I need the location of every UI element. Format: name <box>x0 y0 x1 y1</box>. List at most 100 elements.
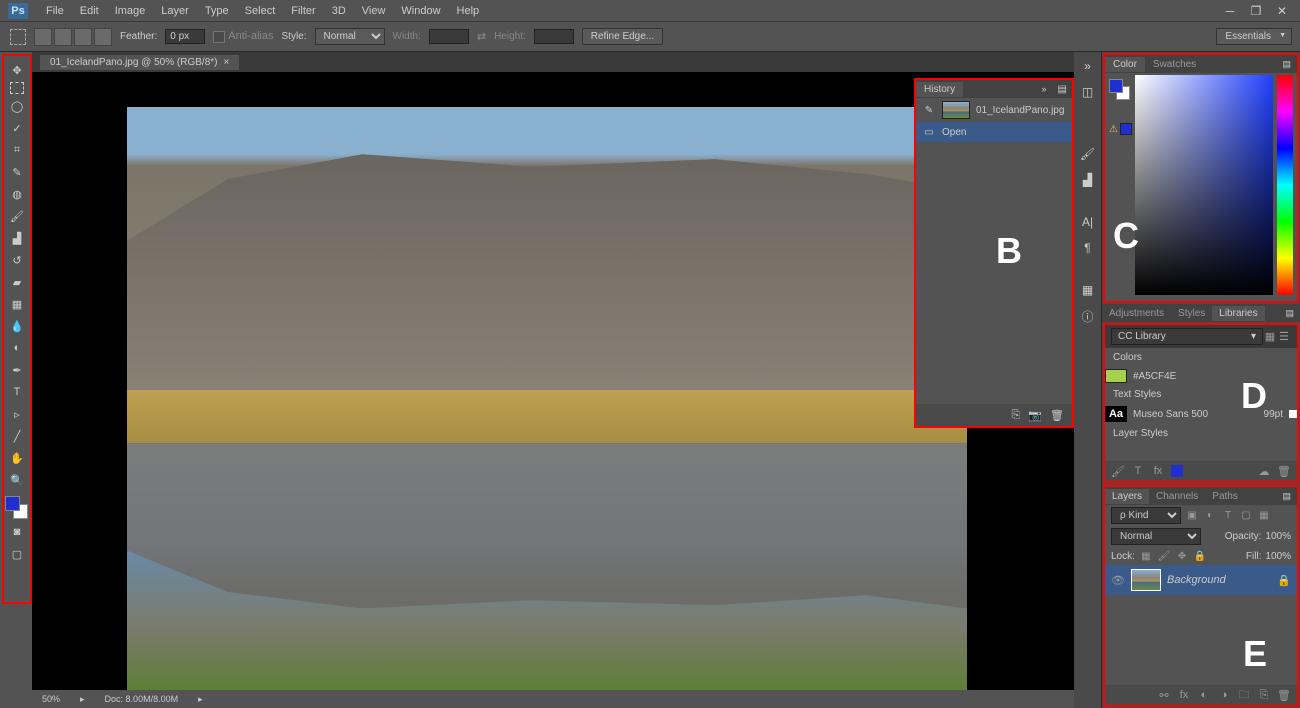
quickmask-icon[interactable]: ◙ <box>6 522 28 542</box>
marquee-tool-icon[interactable] <box>10 29 26 45</box>
lock-paint-icon[interactable]: 🖌 <box>1157 549 1171 563</box>
panel-menu-icon[interactable]: ▤ <box>1276 491 1297 502</box>
dock-history-icon[interactable]: ◫ <box>1078 82 1098 102</box>
filter-smart-icon[interactable]: ▦ <box>1257 509 1271 523</box>
clone-stamp-tool-icon[interactable]: ▟ <box>6 228 28 248</box>
color-tab[interactable]: Color <box>1105 57 1145 72</box>
lib-type-icon[interactable]: T <box>1131 464 1145 478</box>
selection-intersect-icon[interactable] <box>94 28 112 46</box>
layer-visibility-icon[interactable]: 👁 <box>1111 573 1125 587</box>
styles-tab[interactable]: Styles <box>1171 306 1212 321</box>
refine-edge-button[interactable]: Refine Edge... <box>582 28 663 45</box>
panel-menu-icon[interactable]: ▤ <box>1053 84 1072 95</box>
menu-3d[interactable]: 3D <box>324 5 354 17</box>
pen-tool-icon[interactable]: ✒ <box>6 360 28 380</box>
menu-type[interactable]: Type <box>197 5 237 17</box>
lib-color-item[interactable]: #A5CF4E <box>1105 367 1297 385</box>
hand-tool-icon[interactable]: ✋ <box>6 448 28 468</box>
menu-layer[interactable]: Layer <box>153 5 197 17</box>
dodge-tool-icon[interactable]: ◐ <box>6 338 28 358</box>
lib-text-item[interactable]: Aa Museo Sans 500 99pt <box>1105 404 1297 424</box>
dock-brush-icon[interactable]: 🖌 <box>1078 144 1098 164</box>
menu-image[interactable]: Image <box>107 5 154 17</box>
menu-window[interactable]: Window <box>393 5 448 17</box>
menu-view[interactable]: View <box>354 5 394 17</box>
minimize-icon[interactable]: ─ <box>1220 4 1240 18</box>
channels-tab[interactable]: Channels <box>1149 489 1205 504</box>
lock-all-icon[interactable]: 🔒 <box>1193 549 1207 563</box>
type-tool-icon[interactable]: T <box>6 382 28 402</box>
layer-fx-icon[interactable]: fx <box>1177 688 1191 702</box>
selection-new-icon[interactable] <box>34 28 52 46</box>
collapse-icon[interactable]: » <box>1036 84 1053 94</box>
libraries-tab[interactable]: Libraries <box>1212 306 1264 321</box>
paths-tab[interactable]: Paths <box>1205 489 1245 504</box>
expand-dock-icon[interactable]: » <box>1078 56 1098 76</box>
create-document-icon[interactable]: ⎘ <box>1012 409 1021 422</box>
hue-slider[interactable] <box>1277 75 1293 295</box>
gamut-warning-icon[interactable]: ⚠ <box>1109 123 1132 135</box>
shape-tool-icon[interactable]: ╱ <box>6 426 28 446</box>
selection-add-icon[interactable] <box>54 28 72 46</box>
doc-info-arrow-icon[interactable]: ▸ <box>198 694 203 705</box>
dock-info-icon[interactable]: ⓘ <box>1078 306 1098 326</box>
canvas[interactable]: History » ▤ ✎ 01_IcelandPano.jpg ▭ Open … <box>32 72 1074 690</box>
layer-group-icon[interactable]: 🗀 <box>1237 688 1251 702</box>
dock-navigator-icon[interactable]: ▦ <box>1078 280 1098 300</box>
blur-tool-icon[interactable]: 💧 <box>6 316 28 336</box>
filter-adj-icon[interactable]: ◐ <box>1203 509 1217 523</box>
lib-cloud-icon[interactable]: ☁ <box>1257 464 1271 478</box>
lib-list-icon[interactable]: ☰ <box>1277 330 1291 344</box>
move-tool-icon[interactable]: ✥ <box>6 60 28 80</box>
lib-fx-icon[interactable]: fx <box>1151 464 1165 478</box>
layer-row[interactable]: 👁 Background 🔒 <box>1105 565 1297 595</box>
filter-pixel-icon[interactable]: ▣ <box>1185 509 1199 523</box>
filter-shape-icon[interactable]: ▢ <box>1239 509 1253 523</box>
feather-input[interactable] <box>165 29 205 44</box>
menu-help[interactable]: Help <box>449 5 488 17</box>
layer-name[interactable]: Background <box>1167 574 1271 586</box>
lock-position-icon[interactable]: ✥ <box>1175 549 1189 563</box>
history-source-row[interactable]: ✎ 01_IcelandPano.jpg <box>916 98 1072 122</box>
history-tab[interactable]: History <box>916 82 963 97</box>
zoom-tool-icon[interactable]: 🔍 <box>6 470 28 490</box>
history-brush-source-icon[interactable]: ✎ <box>922 103 936 117</box>
doc-info[interactable]: Doc: 8.00M/8.00M <box>105 694 179 704</box>
lib-delete-icon[interactable]: 🗑 <box>1277 464 1291 478</box>
swatches-tab[interactable]: Swatches <box>1145 57 1204 72</box>
menu-filter[interactable]: Filter <box>283 5 323 17</box>
opacity-value[interactable]: 100% <box>1265 531 1291 542</box>
eraser-tool-icon[interactable]: ▰ <box>6 272 28 292</box>
dock-clone-icon[interactable]: ▟ <box>1078 170 1098 190</box>
expand-icon[interactable]: ▸ <box>80 694 85 705</box>
lasso-tool-icon[interactable]: ◯ <box>6 96 28 116</box>
foreground-background-swatch[interactable] <box>5 496 29 520</box>
layer-thumbnail[interactable] <box>1131 569 1161 591</box>
history-state-row[interactable]: ▭ Open <box>916 122 1072 142</box>
document-tab[interactable]: 01_IcelandPano.jpg @ 50% (RGB/8*) × <box>40 55 239 70</box>
new-layer-icon[interactable]: ⎘ <box>1257 688 1271 702</box>
eyedropper-tool-icon[interactable]: ✎ <box>6 162 28 182</box>
menu-file[interactable]: File <box>38 5 72 17</box>
library-dropdown[interactable]: CC Library▾ <box>1111 328 1263 345</box>
layers-tab[interactable]: Layers <box>1105 489 1149 504</box>
lib-fill-icon[interactable] <box>1171 465 1183 477</box>
workspace-switcher[interactable]: Essentials <box>1216 28 1292 45</box>
color-fg-bg-swatch[interactable] <box>1109 79 1131 101</box>
panel-menu-icon[interactable]: ▤ <box>1276 59 1297 70</box>
lock-pixels-icon[interactable]: ▦ <box>1139 549 1153 563</box>
layer-filter-select[interactable]: ρ Kind <box>1111 507 1181 524</box>
history-brush-tool-icon[interactable]: ↺ <box>6 250 28 270</box>
brush-tool-icon[interactable]: 🖌 <box>6 206 28 226</box>
quick-select-tool-icon[interactable]: ✓ <box>6 118 28 138</box>
adjustment-layer-icon[interactable]: ◑ <box>1217 688 1231 702</box>
lib-brush-icon[interactable]: 🖌 <box>1111 464 1125 478</box>
lib-grid-icon[interactable]: ▦ <box>1263 330 1277 344</box>
close-icon[interactable]: ✕ <box>1272 4 1292 18</box>
snapshot-icon[interactable]: 📷 <box>1028 409 1042 422</box>
filter-type-icon[interactable]: T <box>1221 509 1235 523</box>
gradient-tool-icon[interactable]: ▦ <box>6 294 28 314</box>
layer-mask-icon[interactable]: ◐ <box>1197 688 1211 702</box>
delete-state-icon[interactable]: 🗑 <box>1050 409 1064 422</box>
menu-select[interactable]: Select <box>237 5 284 17</box>
